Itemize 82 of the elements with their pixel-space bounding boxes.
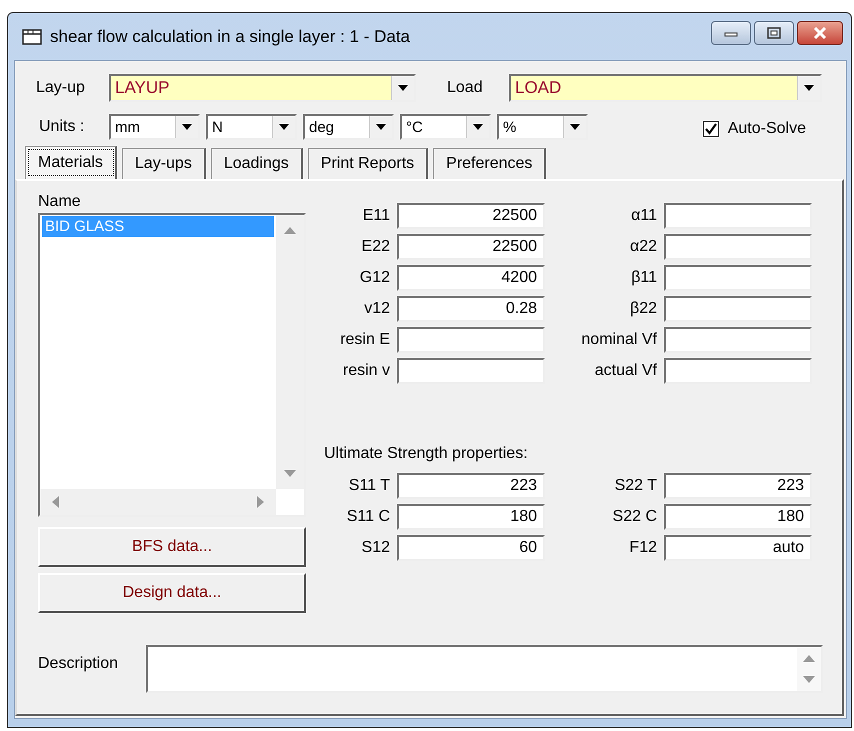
caret-icon (279, 124, 289, 130)
property-label: actual Vf (594, 361, 657, 381)
tab[interactable]: Loadings (210, 148, 303, 179)
description-label: Description (38, 655, 120, 674)
unit-dropdown[interactable]: mm (109, 114, 200, 140)
scroll-up-icon (284, 227, 296, 234)
property-label: S22 T (614, 476, 657, 496)
property-label: α22 (628, 237, 657, 257)
caret-icon (398, 85, 408, 91)
data-button[interactable]: Design data... (38, 573, 306, 613)
property-label: v12 (363, 299, 390, 319)
vertical-scrollbar[interactable] (276, 215, 304, 489)
maximize-button[interactable] (754, 20, 794, 44)
layup-dropdown[interactable]: LAYUP (109, 74, 416, 102)
property-label: G12 (358, 268, 390, 288)
input-field[interactable] (664, 265, 812, 291)
horizontal-scrollbar[interactable] (40, 489, 276, 515)
unit-dropdown[interactable]: N (206, 114, 297, 140)
input-field[interactable]: 180 (664, 504, 812, 530)
unit-dropdown[interactable]: °C (400, 114, 491, 140)
scroll-down-icon (284, 470, 296, 477)
property-label: resin E (339, 330, 390, 350)
property-label: nominal Vf (580, 330, 657, 350)
input-field[interactable] (664, 203, 812, 229)
scroll-right-icon (257, 496, 264, 508)
input-field[interactable]: 22500 (397, 234, 545, 260)
input-field[interactable]: 60 (397, 535, 545, 561)
input-field[interactable]: 180 (397, 504, 545, 530)
load-label: Load (447, 79, 484, 97)
auto-solve-checkbox[interactable] (702, 121, 719, 137)
property-label: S11 C (346, 507, 390, 527)
scroll-up-icon (803, 655, 815, 662)
input-field[interactable] (664, 296, 812, 322)
input-field[interactable]: auto (664, 535, 812, 561)
input-field[interactable]: 22500 (397, 203, 545, 229)
input-field[interactable]: 223 (664, 473, 812, 499)
scroll-down-icon (803, 676, 815, 683)
property-label: β22 (629, 299, 657, 319)
caret-icon (804, 85, 814, 91)
input-field[interactable]: 223 (397, 473, 545, 499)
caret-icon (473, 124, 483, 130)
input-field[interactable] (664, 234, 812, 260)
property-label: β11 (630, 268, 657, 288)
input-field[interactable] (397, 327, 545, 353)
data-button[interactable]: BFS data... (38, 527, 306, 567)
scroll-left-icon (52, 496, 59, 508)
units-label: Units : (39, 118, 86, 136)
unit-dropdown[interactable]: % (497, 114, 588, 140)
input-field[interactable] (664, 358, 812, 384)
close-icon (812, 26, 828, 38)
caret-icon (182, 124, 192, 130)
minimize-button[interactable] (711, 20, 751, 44)
maximize-icon (766, 26, 782, 38)
property-label: E22 (360, 237, 390, 257)
tab[interactable]: Preferences (433, 148, 546, 179)
input-field[interactable] (664, 327, 812, 353)
window-title: shear flow calculation in a single layer : 1 - Data (50, 26, 410, 46)
window-icon (22, 28, 42, 44)
tab[interactable]: Lay-ups (122, 148, 206, 179)
close-button[interactable] (797, 20, 843, 44)
caret-icon (570, 124, 580, 130)
vertical-scrollbar[interactable] (797, 647, 821, 691)
unit-dropdown[interactable]: deg (303, 114, 394, 140)
caret-icon (376, 124, 386, 130)
tab[interactable]: Print Reports (308, 148, 428, 179)
layup-label: Lay-up (36, 79, 86, 97)
input-field[interactable]: 4200 (397, 265, 545, 291)
property-label: S11 T (348, 476, 390, 496)
property-label: E11 (362, 206, 390, 226)
description-field[interactable] (146, 645, 823, 693)
input-field[interactable]: 0.28 (397, 296, 545, 322)
name-label: Name (38, 193, 82, 211)
property-label: S12 (360, 538, 390, 558)
load-dropdown[interactable]: LOAD (509, 74, 822, 102)
property-label: α11 (630, 206, 657, 226)
input-field[interactable] (397, 358, 545, 384)
auto-solve-label: Auto-Solve (728, 120, 806, 138)
property-label: resin v (342, 361, 390, 381)
property-label: F12 (628, 538, 657, 558)
property-label: S22 C (612, 507, 657, 527)
section-heading: Ultimate Strength properties: (324, 445, 529, 463)
tab[interactable]: Materials (25, 146, 117, 179)
